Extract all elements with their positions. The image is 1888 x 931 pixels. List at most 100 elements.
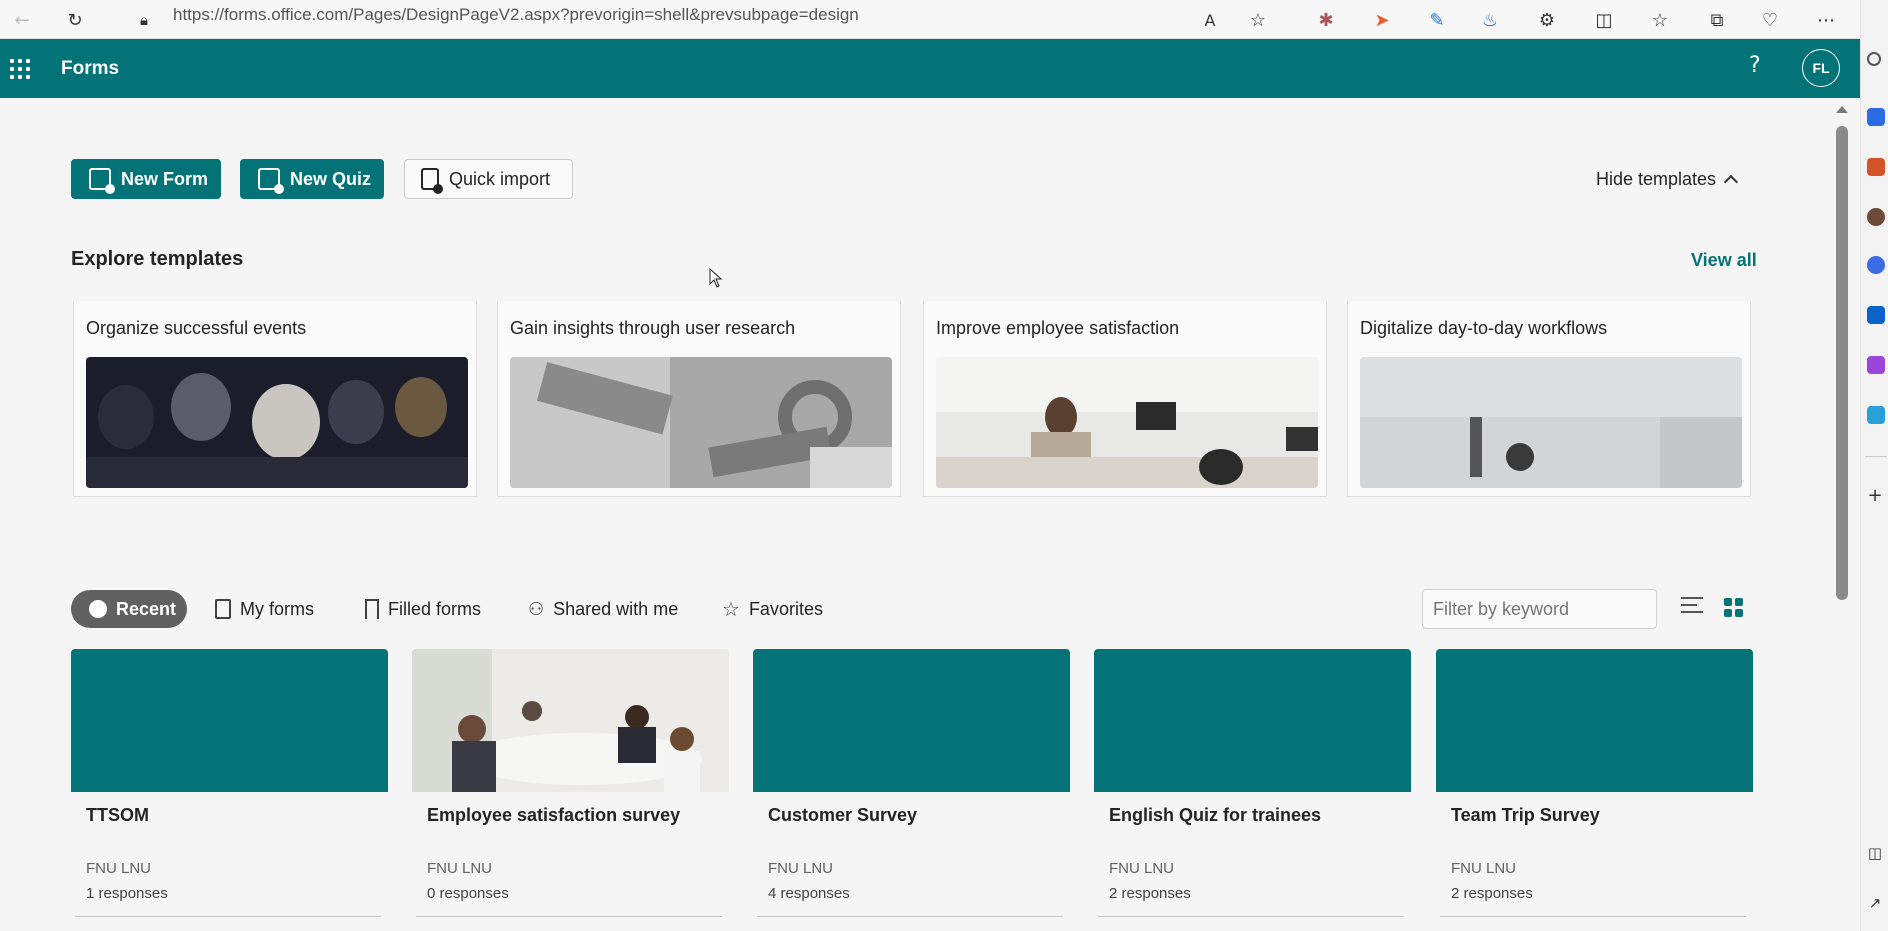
tab-my-forms[interactable]: My forms <box>215 590 314 628</box>
form-card[interactable]: Employee satisfaction survey FNU LNU 0 r… <box>412 649 729 931</box>
template-card[interactable]: Improve employee satisfaction <box>923 301 1327 497</box>
split-screen-icon[interactable]: ◫ <box>1592 8 1616 32</box>
star-icon: ☆ <box>722 597 740 621</box>
hide-templates-label: Hide templates <box>1596 169 1717 189</box>
template-card[interactable]: Organize successful events <box>73 301 477 497</box>
scroll-thumb[interactable] <box>1836 126 1848 600</box>
browser-health-icon[interactable]: ♡ <box>1758 8 1782 32</box>
form-card[interactable]: Team Trip Survey FNU LNU 2 responses <box>1436 649 1753 931</box>
refresh-icon[interactable]: ↻ <box>63 8 87 32</box>
form-responses: 1 responses <box>86 885 168 902</box>
back-icon[interactable]: ← <box>10 8 34 32</box>
form-owner: FNU LNU <box>86 860 152 877</box>
extension-bug-icon[interactable]: ✱ <box>1314 8 1338 32</box>
form-thumbnail <box>1094 649 1411 792</box>
tab-favorites[interactable]: ☆ Favorites <box>722 590 823 628</box>
favorites-icon[interactable]: ☆ <box>1648 8 1672 32</box>
form-thumbnail <box>71 649 388 792</box>
tab-shared-with-me[interactable]: ⚇ Shared with me <box>528 590 678 628</box>
form-owner: FNU LNU <box>1451 860 1517 877</box>
tab-label: Favorites <box>748 598 823 619</box>
extension-swift-icon[interactable]: ➤ <box>1370 8 1394 32</box>
more-menu-icon[interactable]: ⋯ <box>1814 8 1838 32</box>
app-launcher-icon[interactable] <box>10 59 30 79</box>
template-card[interactable]: Gain insights through user research <box>497 301 901 497</box>
sidebar-tools-icon[interactable] <box>1867 158 1885 176</box>
new-form-icon <box>89 168 115 194</box>
form-card[interactable]: English Quiz for trainees FNU LNU 2 resp… <box>1094 649 1411 931</box>
form-responses: 4 responses <box>768 885 850 902</box>
tab-filled-forms[interactable]: Filled forms <box>365 590 481 628</box>
hide-templates-button[interactable]: Hide templates <box>1596 169 1739 190</box>
browser-sidebar: + ◫ ↗ <box>1860 0 1888 931</box>
form-thumbnail <box>1436 649 1753 792</box>
form-thumbnail <box>753 649 1070 792</box>
form-title: Customer Survey <box>768 805 918 825</box>
form-title: Employee satisfaction survey <box>427 805 681 825</box>
form-title: Team Trip Survey <box>1451 805 1600 825</box>
section-title: Explore templates <box>71 248 244 270</box>
tab-recent[interactable]: Recent <box>71 590 187 628</box>
template-card[interactable]: Digitalize day-to-day workflows <box>1347 301 1751 497</box>
divider <box>1098 916 1404 917</box>
quick-import-label: Quick import <box>449 168 551 189</box>
divider <box>757 916 1063 917</box>
sidebar-tag-icon[interactable] <box>1867 108 1885 126</box>
clock-icon <box>89 600 107 618</box>
tab-label: My forms <box>240 598 314 619</box>
grid-view-icon[interactable] <box>1724 598 1743 617</box>
people-icon: ⚇ <box>528 598 545 620</box>
divider <box>416 916 722 917</box>
divider <box>1440 916 1746 917</box>
chevron-up-icon <box>1723 174 1739 190</box>
divider <box>75 916 381 917</box>
avatar[interactable]: FL <box>1802 49 1840 87</box>
form-card[interactable]: TTSOM FNU LNU 1 responses <box>71 649 388 931</box>
sidebar-person-icon[interactable] <box>1867 208 1885 226</box>
list-view-icon[interactable] <box>1681 597 1703 615</box>
extension-dropper-icon[interactable]: ✎ <box>1425 8 1449 32</box>
open-external-icon[interactable]: ↗ <box>1863 891 1887 915</box>
template-card-title: Gain insights through user research <box>510 318 796 338</box>
sidebar-divider <box>1865 456 1887 457</box>
form-card[interactable]: Customer Survey FNU LNU 4 responses <box>753 649 1070 931</box>
add-icon[interactable]: + <box>1863 483 1887 507</box>
scroll-up-icon[interactable] <box>1836 106 1848 113</box>
template-card-title: Digitalize day-to-day workflows <box>1360 318 1608 338</box>
sidebar-send-icon[interactable] <box>1867 406 1885 424</box>
address-bar[interactable]: https://forms.office.com/Pages/DesignPag… <box>173 5 859 25</box>
search-icon[interactable] <box>1867 52 1881 66</box>
app-title[interactable]: Forms <box>61 58 119 80</box>
tab-label: Filled forms <box>388 598 482 619</box>
new-form-button[interactable]: New Form <box>71 159 221 199</box>
app-header: Forms ? FL <box>0 39 1860 98</box>
template-image-workspace <box>1360 357 1742 488</box>
template-card-title: Improve employee satisfaction <box>936 318 1180 338</box>
favorite-star-icon[interactable]: ☆ <box>1246 8 1270 32</box>
sidebar-copilot-icon[interactable] <box>1867 256 1885 274</box>
collections-icon[interactable]: ⧉ <box>1705 8 1729 32</box>
form-title: English Quiz for trainees <box>1109 805 1322 825</box>
new-quiz-button[interactable]: New Quiz <box>240 159 384 199</box>
help-icon[interactable]: ? <box>1749 53 1761 78</box>
form-responses: 2 responses <box>1451 885 1533 902</box>
form-owner: FNU LNU <box>427 860 493 877</box>
lock-icon[interactable]: 🔒︎ <box>132 8 156 32</box>
sidebar-toggle-icon[interactable]: ◫ <box>1863 841 1887 865</box>
extension-flame-icon[interactable]: ♨ <box>1478 8 1502 32</box>
filter-input[interactable] <box>1422 589 1657 629</box>
browser-toolbar: ← ↻ 🔒︎ https://forms.office.com/Pages/De… <box>0 0 1888 39</box>
quick-import-button[interactable]: Quick import <box>404 159 573 199</box>
sidebar-designer-icon[interactable] <box>1867 356 1885 374</box>
extensions-puzzle-icon[interactable]: ⚙ <box>1535 8 1559 32</box>
form-responses: 0 responses <box>427 885 509 902</box>
new-quiz-label: New Quiz <box>290 168 372 189</box>
read-aloud-icon[interactable]: A <box>1198 8 1222 32</box>
form-owner: FNU LNU <box>768 860 834 877</box>
form-owner: FNU LNU <box>1109 860 1175 877</box>
tab-label: Shared with me <box>553 598 679 619</box>
outlook-icon[interactable] <box>1867 306 1885 324</box>
view-all-link[interactable]: View all <box>1691 250 1757 271</box>
new-form-label: New Form <box>121 168 209 189</box>
template-card-title: Organize successful events <box>86 318 307 338</box>
